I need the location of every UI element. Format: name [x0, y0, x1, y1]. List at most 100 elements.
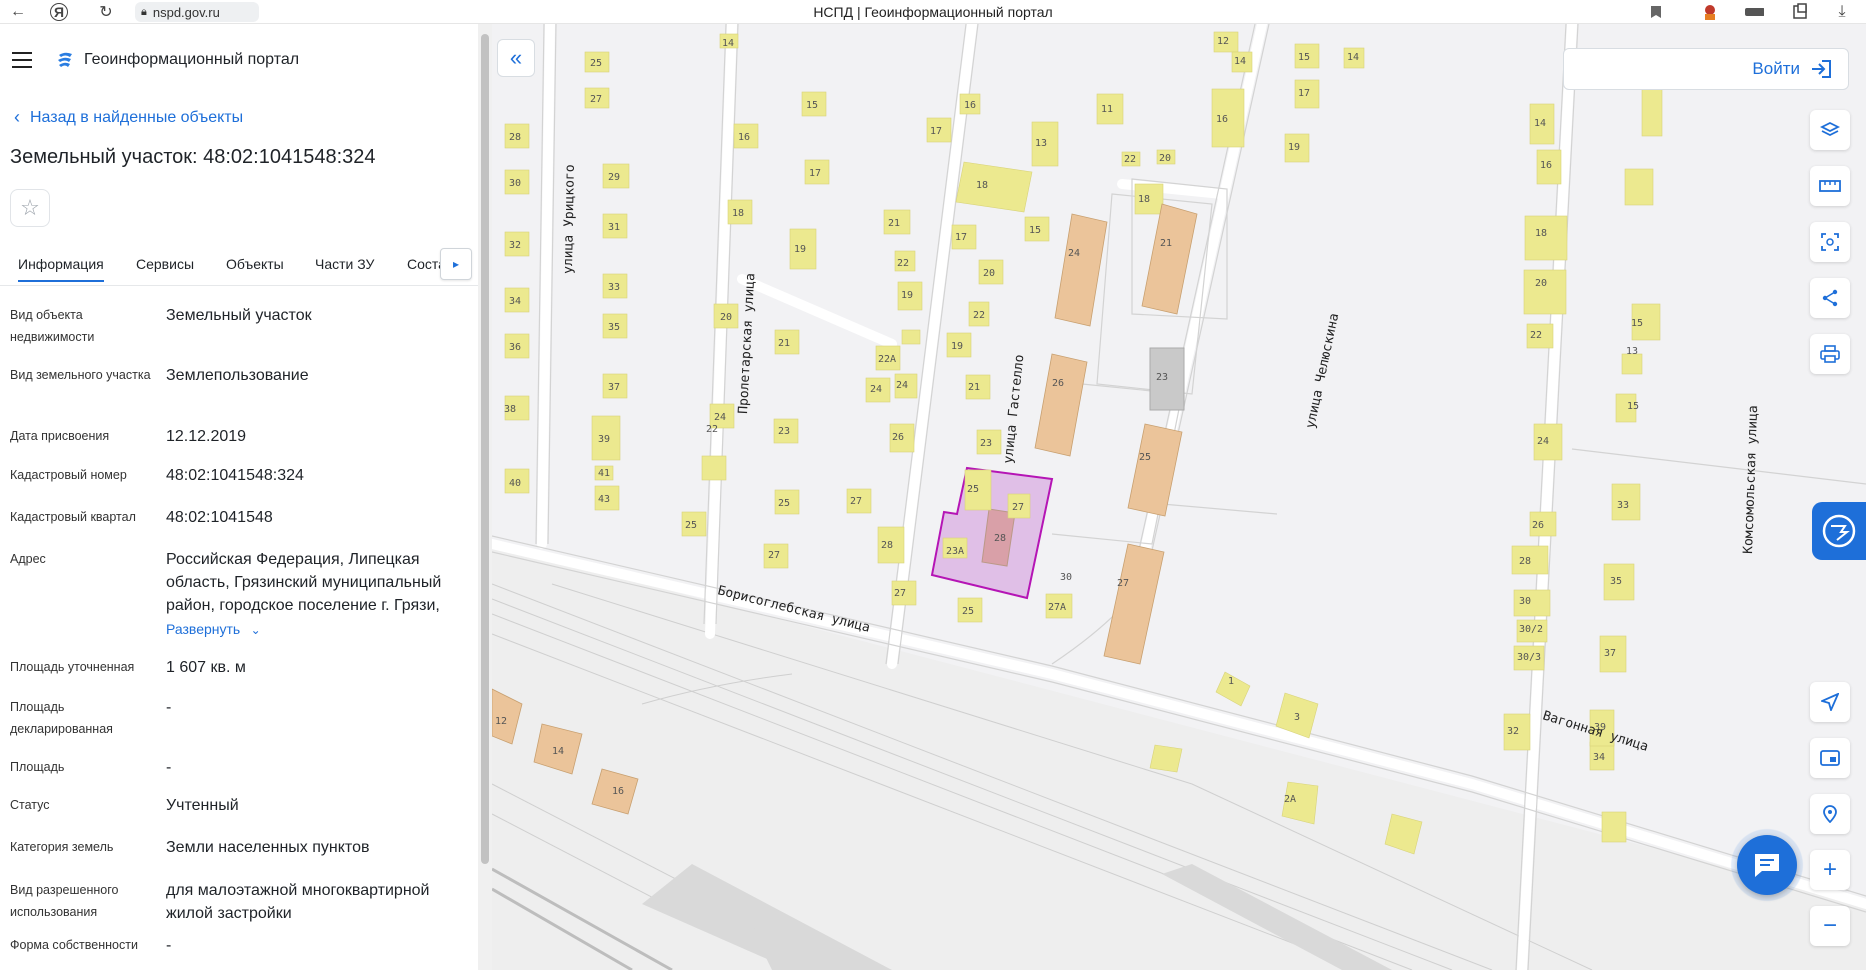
svg-text:25: 25: [962, 606, 974, 617]
svg-text:21: 21: [1160, 238, 1172, 249]
extension-avatar-icon[interactable]: [1700, 2, 1720, 22]
svg-text:27: 27: [850, 496, 862, 507]
area-select-button[interactable]: [1810, 222, 1850, 262]
collections-icon[interactable]: [1790, 2, 1810, 22]
svg-text:16: 16: [964, 100, 976, 111]
plus-icon: +: [1822, 856, 1837, 883]
building-label: 28: [994, 533, 1006, 544]
svg-text:18: 18: [1138, 194, 1150, 205]
login-icon: [1812, 60, 1831, 78]
property-label: Вид объекта недвижимости: [10, 308, 95, 344]
share-button[interactable]: [1810, 278, 1850, 318]
menu-icon[interactable]: [12, 52, 32, 68]
svg-text:19: 19: [1288, 142, 1300, 153]
street-label: улица Челюскина: [1303, 312, 1342, 430]
tab-services[interactable]: Сервисы: [136, 256, 194, 272]
svg-text:21: 21: [778, 338, 790, 349]
property-value: -: [166, 699, 172, 716]
layers-button[interactable]: [1810, 110, 1850, 150]
svg-text:24: 24: [1537, 436, 1549, 447]
property-value: Землепользование: [166, 367, 309, 384]
tab-parts[interactable]: Части ЗУ: [315, 256, 374, 272]
map-layer[interactable]: 28 252728 303234 363840 293133 353739 41…: [492, 24, 1866, 970]
scrollbar-thumb[interactable]: [481, 34, 489, 864]
svg-text:27: 27: [590, 94, 602, 105]
svg-text:23: 23: [1156, 372, 1168, 383]
svg-text:20: 20: [720, 312, 732, 323]
collapse-panel-button[interactable]: «: [497, 39, 535, 77]
svg-text:36: 36: [509, 342, 521, 353]
svg-text:16: 16: [1216, 114, 1228, 125]
zoom-out-button[interactable]: −: [1810, 906, 1850, 946]
tab-title: НСПД | Геоинформационный портал: [813, 4, 1053, 20]
sidebar-scrollbar[interactable]: [478, 24, 492, 970]
chevron-down-icon: ⌄: [250, 623, 261, 637]
zoom-in-button[interactable]: +: [1810, 850, 1850, 890]
svg-text:20: 20: [1159, 153, 1171, 164]
svg-text:27: 27: [768, 550, 780, 561]
measure-button[interactable]: [1810, 166, 1850, 206]
svg-text:2А: 2А: [1284, 794, 1296, 805]
svg-text:15: 15: [806, 100, 818, 111]
svg-text:23: 23: [980, 438, 992, 449]
svg-text:24: 24: [714, 412, 726, 423]
assistant-tab[interactable]: [1812, 502, 1866, 560]
svg-text:33: 33: [608, 282, 620, 293]
caret-right-icon: ▸: [452, 257, 460, 271]
svg-text:26: 26: [1532, 520, 1544, 531]
svg-text:24: 24: [1068, 248, 1080, 259]
star-icon: ☆: [20, 195, 40, 220]
print-button[interactable]: [1810, 334, 1850, 374]
property-value: -: [166, 937, 172, 954]
svg-text:28: 28: [1519, 556, 1531, 567]
svg-text:14: 14: [552, 746, 564, 757]
tab-objects[interactable]: Объекты: [226, 256, 284, 272]
svg-text:30: 30: [1060, 572, 1072, 583]
minus-icon: −: [1822, 912, 1837, 939]
svg-text:22А: 22А: [878, 354, 896, 365]
login-button[interactable]: Войти: [1563, 48, 1849, 90]
share-icon: [1822, 289, 1838, 307]
object-title: Земельный участок: 48:02:1041548:324: [10, 146, 376, 168]
chat-button[interactable]: [1724, 822, 1810, 908]
bookmark-icon[interactable]: [1646, 2, 1666, 22]
svg-text:20: 20: [1535, 278, 1547, 289]
property-label: Адрес: [10, 552, 46, 566]
svg-text:22: 22: [706, 424, 718, 435]
svg-text:29: 29: [608, 172, 620, 183]
svg-text:15: 15: [1298, 52, 1310, 63]
ruler-icon: [1819, 180, 1841, 192]
svg-text:28: 28: [881, 540, 893, 551]
svg-text:38: 38: [504, 404, 516, 415]
chat-button-inner[interactable]: [1737, 835, 1797, 895]
svg-text:17: 17: [1298, 88, 1310, 99]
svg-text:27: 27: [894, 588, 906, 599]
navigation-arrow-icon: [1821, 693, 1839, 711]
tab-information[interactable]: Информация: [18, 256, 104, 282]
svg-text:13: 13: [1035, 138, 1047, 149]
svg-text:14: 14: [1234, 56, 1246, 67]
property-value: 48:02:1041548:324: [166, 467, 304, 484]
minimap-button[interactable]: [1810, 738, 1850, 778]
tabs-scroll-right-button[interactable]: ▸: [440, 248, 472, 280]
property-value: 12.12.2019: [166, 428, 247, 445]
map-canvas[interactable]: 28 25 27 28 30 32 34 36 38 40 29 31 33 3…: [492, 24, 1866, 970]
location-pin-button[interactable]: [1810, 794, 1850, 834]
property-label: Дата присвоения: [10, 429, 110, 443]
download-icon[interactable]: ⤓: [1832, 2, 1852, 22]
back-to-results-link[interactable]: ‹ Назад в найденные объекты: [14, 107, 243, 128]
svg-text:12: 12: [1217, 36, 1229, 47]
cast-icon[interactable]: [1744, 2, 1764, 22]
svg-text:32: 32: [509, 240, 521, 251]
favorite-button[interactable]: ☆: [10, 189, 50, 227]
svg-text:39: 39: [598, 434, 610, 445]
property-value: 1 607 кв. м: [166, 659, 246, 676]
property-value: Учтенный: [166, 797, 239, 814]
street-label: улица Гастелло: [1001, 354, 1027, 465]
geolocation-button[interactable]: [1810, 682, 1850, 722]
back-link-label: Назад в найденные объекты: [30, 108, 244, 126]
property-value: -: [166, 759, 172, 776]
svg-text:34: 34: [509, 296, 521, 307]
svg-text:15: 15: [1627, 401, 1639, 412]
expand-address-link[interactable]: Развернуть ⌄: [166, 618, 466, 642]
